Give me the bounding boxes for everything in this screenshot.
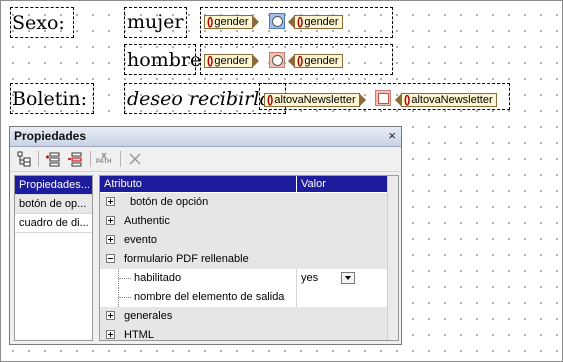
row-label: generales [124, 310, 173, 322]
col-attribute-header[interactable]: Atributo [104, 176, 142, 192]
grid-row-evento[interactable]: evento [100, 231, 388, 250]
expand-icon[interactable] [106, 311, 115, 320]
row-label: HTML [124, 329, 154, 341]
mujer-label-box[interactable]: mujer [124, 7, 187, 38]
list-item[interactable]: Propiedades... [15, 176, 92, 195]
boletin-label-box[interactable]: Boletin: [10, 83, 94, 114]
sexo-label-box[interactable]: Sexo: [10, 7, 74, 38]
row-label: nombre del elemento de salida [134, 291, 285, 303]
row-label: evento [124, 234, 158, 246]
grid-row-authentic[interactable]: Authentic [100, 212, 388, 231]
col-value-header[interactable]: Valor [296, 176, 386, 192]
expand-icon[interactable] [106, 216, 115, 225]
list-item[interactable]: cuadro de di... [15, 214, 92, 233]
design-canvas[interactable]: Sexo: mujer () gender () gender hombre () g… [0, 0, 563, 362]
row-label: habilitado [134, 272, 182, 284]
collapse-icon[interactable] [106, 254, 115, 263]
habilitado-value-select[interactable]: yes [296, 269, 388, 288]
tag-bracket-icon: () [404, 94, 410, 106]
properties-panel: Propiedades × PATH Propiedades... botón … [9, 126, 402, 345]
vertical-scrollbar[interactable] [387, 176, 398, 340]
hombre-label: hombre [127, 49, 202, 71]
gender-tag-label: gender [214, 16, 249, 28]
expand-icon[interactable] [106, 330, 115, 339]
tag-bracket-icon: () [297, 16, 303, 28]
row-label: botón de opción [130, 196, 209, 208]
panel-title-bar[interactable]: Propiedades × [10, 127, 401, 147]
radio-icon [271, 15, 283, 27]
gender-tag-label: gender [304, 55, 339, 67]
grid-row-boton[interactable]: botón de opción [100, 193, 388, 212]
tag-bracket-icon: () [297, 55, 303, 67]
tree-view-icon[interactable] [14, 150, 34, 168]
hombre-label-box[interactable]: hombre [124, 44, 201, 75]
grid-row-habilitado[interactable]: habilitado yes [100, 269, 388, 288]
boletin-label: Boletin: [12, 88, 88, 110]
grid-row-pdf[interactable]: formulario PDF rellenable [100, 250, 388, 269]
mujer-radio-button[interactable] [269, 13, 285, 29]
hombre-radio-button[interactable] [269, 52, 285, 68]
expand-icon[interactable] [106, 197, 115, 206]
gender-tag-label: gender [304, 16, 339, 28]
gender-open-tag-1[interactable]: () gender [204, 15, 259, 29]
close-icon[interactable]: × [388, 128, 396, 143]
gender-open-tag-2[interactable]: () gender [204, 54, 259, 68]
gender-close-tag-2[interactable]: () gender [288, 54, 343, 68]
row-label: Authentic [124, 215, 170, 227]
grid-header: Atributo Valor [100, 176, 388, 192]
newsletter-checkbox[interactable] [375, 90, 391, 106]
tree-connector [118, 288, 133, 307]
newsletter-open-tag[interactable]: () altovaNewsletter [264, 93, 366, 107]
grid-row-nombre[interactable]: nombre del elemento de salida [100, 288, 388, 307]
delete-icon[interactable] [125, 150, 145, 168]
panel-title: Propiedades [14, 129, 87, 143]
row-label: formulario PDF rellenable [124, 253, 249, 265]
newsletter-tag-label: altovaNewsletter [411, 94, 493, 106]
tag-bracket-icon: () [207, 16, 213, 28]
xpath-icon[interactable]: PATH [96, 150, 116, 168]
gender-close-tag-1[interactable]: () gender [288, 15, 343, 29]
newsletter-close-tag[interactable]: () altovaNewsletter [395, 93, 497, 107]
remove-attribute-icon[interactable] [65, 150, 85, 168]
panel-toolbar: PATH [10, 147, 401, 172]
radio-icon [271, 54, 283, 66]
checkbox-icon [377, 92, 389, 104]
tag-bracket-icon: () [267, 94, 273, 106]
habilitado-value: yes [301, 272, 319, 284]
chevron-down-icon[interactable] [341, 272, 355, 284]
gender-tag-label: gender [214, 55, 249, 67]
property-grid: Atributo Valor botón de opción Authentic… [99, 175, 399, 341]
tree-connector [118, 269, 133, 288]
grid-row-html[interactable]: HTML [100, 326, 388, 341]
deseo-label: deseo recibirlo [127, 88, 271, 110]
newsletter-tag-label: altovaNewsletter [274, 94, 356, 106]
sexo-label: Sexo: [12, 12, 65, 34]
list-item[interactable]: botón de op... [15, 195, 92, 214]
nombre-value-field[interactable] [296, 288, 388, 307]
path-label: PATH [96, 159, 112, 165]
tag-bracket-icon: () [207, 55, 213, 67]
add-attribute-icon[interactable] [43, 150, 63, 168]
expand-icon[interactable] [106, 235, 115, 244]
mujer-label: mujer [127, 11, 184, 33]
grid-row-generales[interactable]: generales [100, 307, 388, 326]
property-group-list: Propiedades... botón de op... cuadro de … [14, 175, 93, 341]
